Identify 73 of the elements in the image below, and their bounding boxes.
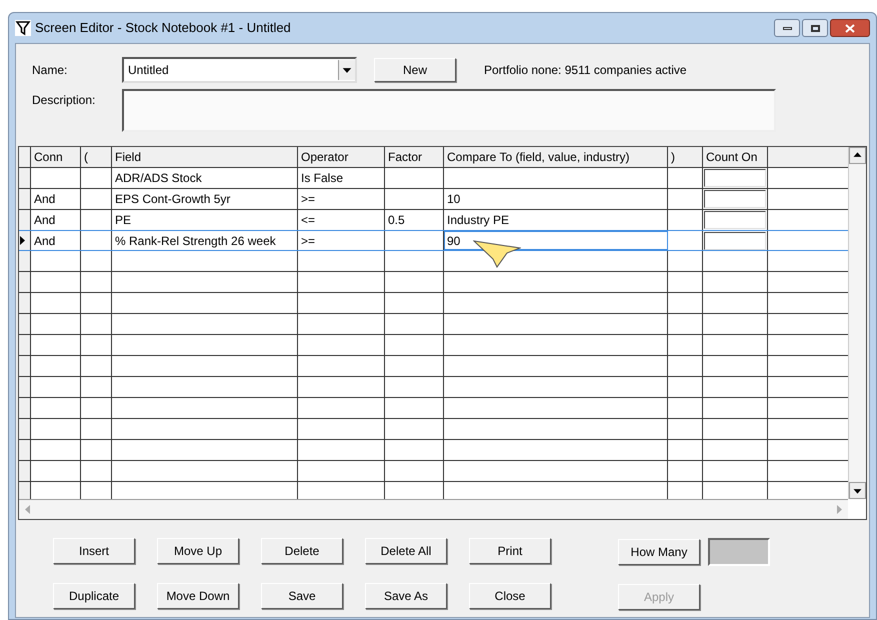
action-button[interactable]: Print	[469, 538, 551, 564]
column-header[interactable]: Field	[112, 147, 298, 167]
row-header[interactable]	[19, 314, 31, 334]
row-header[interactable]	[19, 189, 31, 209]
description-label: Description:	[32, 92, 96, 109]
table-cell: 90	[444, 231, 668, 250]
restore-icon	[810, 24, 820, 32]
table-cell: EPS Cont-Growth 5yr	[112, 189, 298, 209]
row-header[interactable]	[19, 461, 31, 481]
cursor-icon	[473, 240, 521, 268]
row-header[interactable]	[19, 482, 31, 499]
row-header[interactable]	[19, 419, 31, 439]
row-header[interactable]	[19, 272, 31, 292]
name-label: Name:	[32, 62, 68, 79]
caret-icon	[338, 60, 355, 80]
minimize-button[interactable]	[774, 19, 800, 37]
table-cell: <=	[298, 210, 385, 230]
column-header[interactable]: Factor	[385, 147, 444, 167]
close-icon	[845, 24, 855, 32]
action-button[interactable]: Save	[261, 583, 343, 609]
row-header[interactable]	[19, 231, 31, 250]
row-header[interactable]	[19, 398, 31, 418]
funnel-icon	[15, 20, 31, 36]
table-cell: ADR/ADS Stock	[112, 168, 298, 188]
row-header[interactable]	[19, 210, 31, 230]
close-button[interactable]	[830, 19, 870, 37]
minimize-icon	[782, 26, 792, 30]
column-header[interactable]: Compare To (field, value, industry)	[444, 147, 668, 167]
row-header[interactable]	[19, 356, 31, 376]
table-cell: 10	[444, 189, 668, 209]
table-row[interactable]: And EPS Cont-Growth 5yr >= 10	[19, 189, 848, 210]
table-cell: PE	[112, 210, 298, 230]
row-header[interactable]	[19, 147, 31, 167]
action-button[interactable]: Insert	[53, 538, 135, 564]
row-header[interactable]	[19, 251, 31, 271]
column-header[interactable]: Count On	[703, 147, 768, 167]
new-button[interactable]: New	[374, 58, 456, 82]
scroll-down-icon[interactable]	[849, 482, 866, 499]
table-cell: >=	[298, 231, 385, 250]
column-header[interactable]: )	[668, 147, 703, 167]
action-button[interactable]: Delete	[261, 538, 343, 564]
row-header[interactable]	[19, 377, 31, 397]
count-result-field	[708, 538, 770, 566]
table-row[interactable]: And PE <= 0.5 Industry PE	[19, 210, 848, 231]
action-button[interactable]: How Many	[618, 539, 700, 565]
column-header[interactable]: (	[81, 147, 112, 167]
window-title: Screen Editor - Stock Notebook #1 - Untitled	[35, 19, 291, 38]
table-cell: 0.5	[385, 210, 444, 230]
table-row[interactable]: And % Rank-Rel Strength 26 week >= 90	[19, 230, 848, 251]
table-cell: And	[31, 210, 81, 230]
table-cell: Industry PE	[444, 210, 668, 230]
column-header[interactable]: Conn	[31, 147, 81, 167]
scroll-up-icon[interactable]	[849, 147, 866, 164]
row-header[interactable]	[19, 293, 31, 313]
restore-button[interactable]	[802, 19, 828, 37]
row-header[interactable]	[19, 440, 31, 460]
table-cell: Is False	[298, 168, 385, 188]
table-cell: >=	[298, 189, 385, 209]
action-button[interactable]: Duplicate	[53, 583, 135, 609]
column-header[interactable]: Operator	[298, 147, 385, 167]
row-header[interactable]	[19, 168, 31, 188]
action-button[interactable]: Move Up	[157, 538, 239, 564]
table-row[interactable]: ADR/ADS Stock Is False	[19, 168, 848, 189]
table-cell: % Rank-Rel Strength 26 week	[112, 231, 298, 250]
action-button[interactable]: Save As	[365, 583, 447, 609]
action-button[interactable]: Close	[469, 583, 551, 609]
portfolio-status: Portfolio none: 9511 companies active	[484, 62, 687, 79]
action-button[interactable]: Move Down	[157, 583, 239, 609]
table-cell: And	[31, 189, 81, 209]
name-dropdown[interactable]: Untitled	[122, 57, 357, 83]
row-header[interactable]	[19, 335, 31, 355]
table-cell: And	[31, 231, 81, 250]
action-button[interactable]: Delete All	[365, 538, 447, 564]
